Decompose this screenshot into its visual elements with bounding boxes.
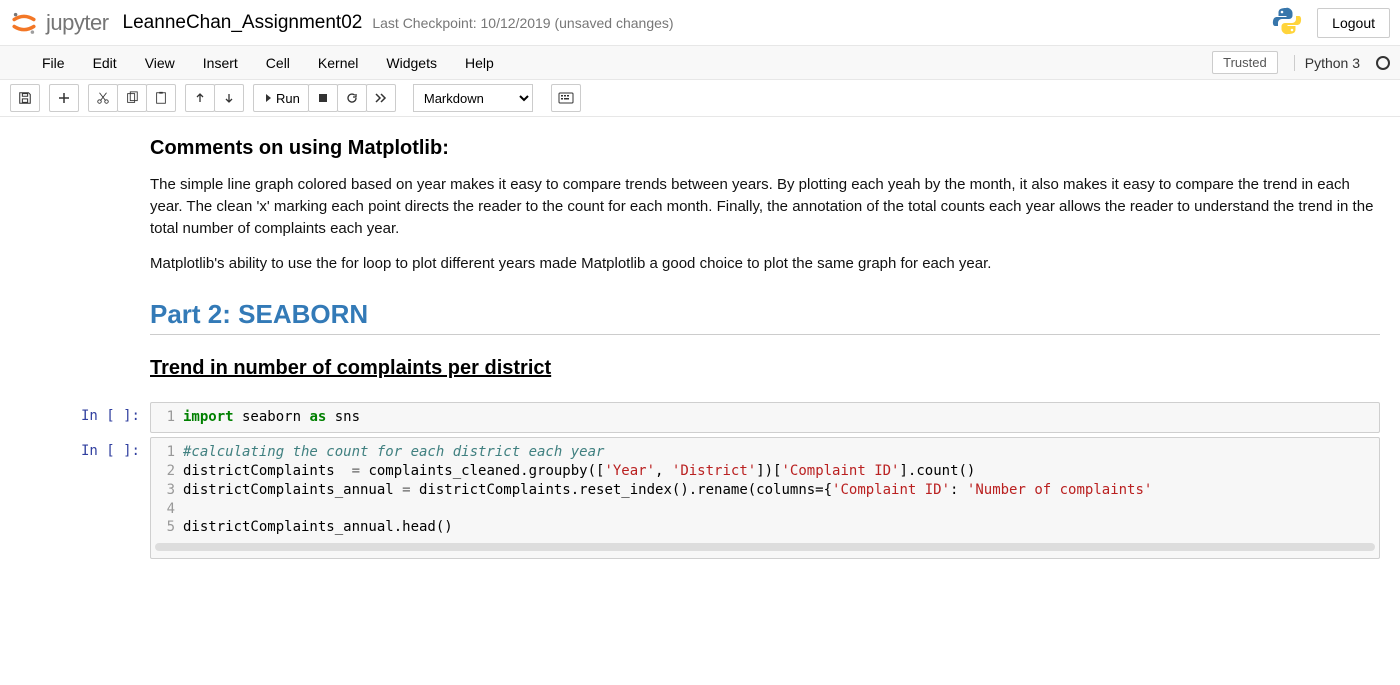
kernel-name[interactable]: Python 3 <box>1294 55 1360 71</box>
menu-widgets[interactable]: Widgets <box>372 47 451 79</box>
menubar: File Edit View Insert Cell Kernel Widget… <box>0 46 1400 80</box>
line-number: 5 <box>151 518 183 537</box>
insert-cell-button[interactable] <box>49 84 79 112</box>
line-number: 1 <box>151 443 183 462</box>
notebook-header: jupyter LeanneChan_Assignment02 Last Che… <box>0 0 1400 46</box>
md-paragraph: Matplotlib's ability to use the for loop… <box>150 253 1380 275</box>
restart-run-button[interactable] <box>366 84 396 112</box>
run-button[interactable]: Run <box>253 84 309 112</box>
code-cell[interactable]: In [ ]: 1 #calculating the count for eac… <box>20 437 1380 559</box>
run-label: Run <box>276 91 300 106</box>
code-line <box>183 500 1379 519</box>
code-line: import seaborn as sns <box>183 408 1379 427</box>
md-heading-2: Part 2: SEABORN <box>150 299 1380 330</box>
jupyter-icon <box>10 9 38 37</box>
cut-button[interactable] <box>88 84 118 112</box>
run-icon <box>262 93 272 103</box>
md-heading: Comments on using Matplotlib: <box>150 137 1380 160</box>
command-palette-button[interactable] <box>551 84 581 112</box>
code-line: #calculating the count for each district… <box>183 443 1379 462</box>
notebook-container: Comments on using Matplotlib: The simple… <box>0 117 1400 575</box>
md-paragraph: The simple line graph colored based on y… <box>150 174 1380 239</box>
code-input[interactable]: 1 import seaborn as sns <box>150 402 1380 433</box>
code-line: districtComplaints = complaints_cleaned.… <box>183 462 1379 481</box>
code-input[interactable]: 1 #calculating the count for each distri… <box>150 437 1380 559</box>
menu-help[interactable]: Help <box>451 47 508 79</box>
code-line: districtComplaints_annual = districtComp… <box>183 481 1379 500</box>
line-number: 1 <box>151 408 183 427</box>
trusted-button[interactable]: Trusted <box>1212 51 1278 74</box>
restart-button[interactable] <box>337 84 367 112</box>
celltype-select[interactable]: Markdown <box>413 84 533 112</box>
logout-button[interactable]: Logout <box>1317 8 1390 38</box>
prompt-in: In [ ]: <box>20 402 150 433</box>
toolbar: Run Markdown <box>0 80 1400 117</box>
horizontal-scrollbar[interactable] <box>155 543 1375 551</box>
menu-items: File Edit View Insert Cell Kernel Widget… <box>28 47 508 79</box>
cell-inner: 1 #calculating the count for each distri… <box>150 437 1380 559</box>
jupyter-logo-text: jupyter <box>46 10 109 36</box>
jupyter-logo-group[interactable]: jupyter <box>10 9 109 37</box>
python-logo-icon <box>1271 5 1303 40</box>
save-button[interactable] <box>10 84 40 112</box>
kernel-indicator-icon[interactable] <box>1376 56 1390 70</box>
prompt-in: In [ ]: <box>20 437 150 559</box>
move-down-button[interactable] <box>214 84 244 112</box>
notebook-name[interactable]: LeanneChan_Assignment02 <box>123 12 363 34</box>
line-number: 3 <box>151 481 183 500</box>
copy-button[interactable] <box>117 84 147 112</box>
menu-view[interactable]: View <box>131 47 189 79</box>
md-divider <box>150 334 1380 335</box>
markdown-cell[interactable]: Comments on using Matplotlib: The simple… <box>20 129 1380 398</box>
line-number: 4 <box>151 500 183 519</box>
menu-cell[interactable]: Cell <box>252 47 304 79</box>
kernel-right: Trusted Python 3 <box>1212 51 1390 74</box>
move-up-button[interactable] <box>185 84 215 112</box>
checkpoint-status: Last Checkpoint: 10/12/2019 (unsaved cha… <box>372 15 673 31</box>
menu-file[interactable]: File <box>28 47 79 79</box>
code-line: districtComplaints_annual.head() <box>183 518 1379 537</box>
interrupt-button[interactable] <box>308 84 338 112</box>
paste-button[interactable] <box>146 84 176 112</box>
markdown-rendered: Comments on using Matplotlib: The simple… <box>150 129 1380 398</box>
line-number: 2 <box>151 462 183 481</box>
cell-inner: 1 import seaborn as sns <box>150 402 1380 433</box>
code-cell[interactable]: In [ ]: 1 import seaborn as sns <box>20 402 1380 433</box>
prompt-empty <box>20 129 150 398</box>
menu-insert[interactable]: Insert <box>189 47 252 79</box>
menu-edit[interactable]: Edit <box>79 47 131 79</box>
md-heading-3: Trend in number of complaints per distri… <box>150 357 1380 380</box>
menu-kernel[interactable]: Kernel <box>304 47 372 79</box>
